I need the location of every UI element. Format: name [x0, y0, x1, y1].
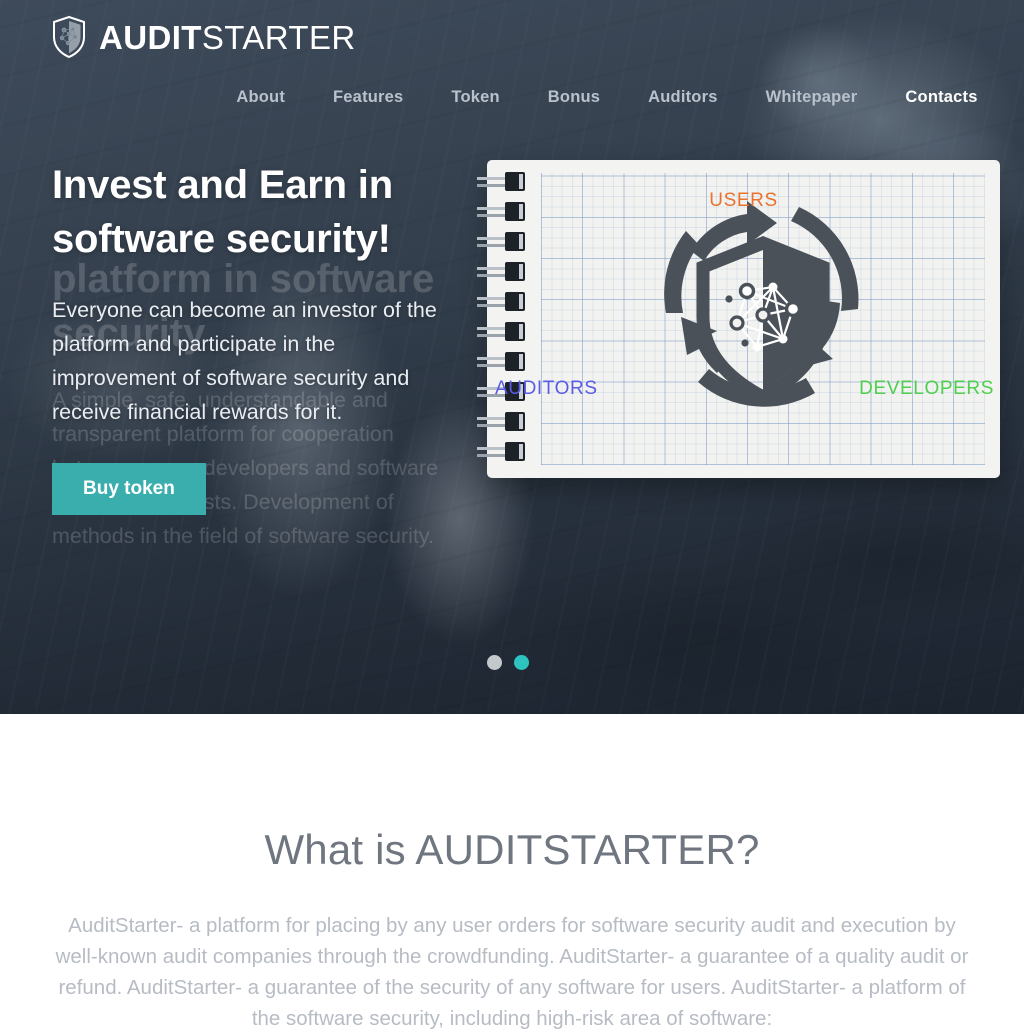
nav-item-contacts[interactable]: Contacts — [905, 88, 977, 107]
site-logo[interactable]: AUDITSTARTER — [52, 16, 356, 58]
logo-text-light: STARTER — [201, 18, 356, 56]
logo-wordmark: AUDITSTARTER — [99, 21, 356, 54]
spiral-binding-icon — [477, 172, 525, 461]
hero-content: Invest and Earn in software security! Ev… — [52, 158, 452, 516]
logo-text-bold: AUDIT — [99, 18, 202, 56]
nav-item-auditors[interactable]: Auditors — [648, 88, 717, 107]
carousel-dot-1[interactable] — [487, 655, 502, 670]
nav-item-whitepaper[interactable]: Whitepaper — [766, 88, 858, 107]
hero-description: Everyone can become an investor of the p… — [52, 297, 437, 425]
notepad-illustration: USERS AUDITORS DEVELOPERS — [477, 160, 1000, 478]
diagram-label-users: USERS — [709, 190, 778, 211]
nav-item-bonus[interactable]: Bonus — [548, 88, 600, 107]
cycle-diagram-icon — [664, 201, 859, 407]
nav-item-about[interactable]: About — [236, 88, 285, 107]
hero-section: AUDITSTARTER About Features Token Bonus … — [0, 0, 1024, 714]
about-heading: What is AUDITSTARTER? — [264, 826, 760, 873]
carousel-dot-2[interactable] — [514, 655, 529, 670]
about-section: What is AUDITSTARTER? AuditStarter- a pl… — [0, 714, 1024, 1035]
buy-token-button[interactable]: Buy token — [52, 463, 206, 516]
carousel-dots — [487, 655, 547, 670]
hero-title: Invest and Earn in software security! — [52, 163, 393, 262]
diagram-label-auditors: AUDITORS — [495, 378, 598, 399]
diagram-label-developers: DEVELOPERS — [859, 378, 994, 399]
shield-network-icon — [53, 16, 85, 58]
main-navigation: About Features Token Bonus Auditors Whit… — [0, 88, 1024, 107]
nav-item-token[interactable]: Token — [451, 88, 499, 107]
about-paragraph: AuditStarter- a platform for placing by … — [55, 914, 969, 1031]
nav-item-features[interactable]: Features — [333, 88, 403, 107]
